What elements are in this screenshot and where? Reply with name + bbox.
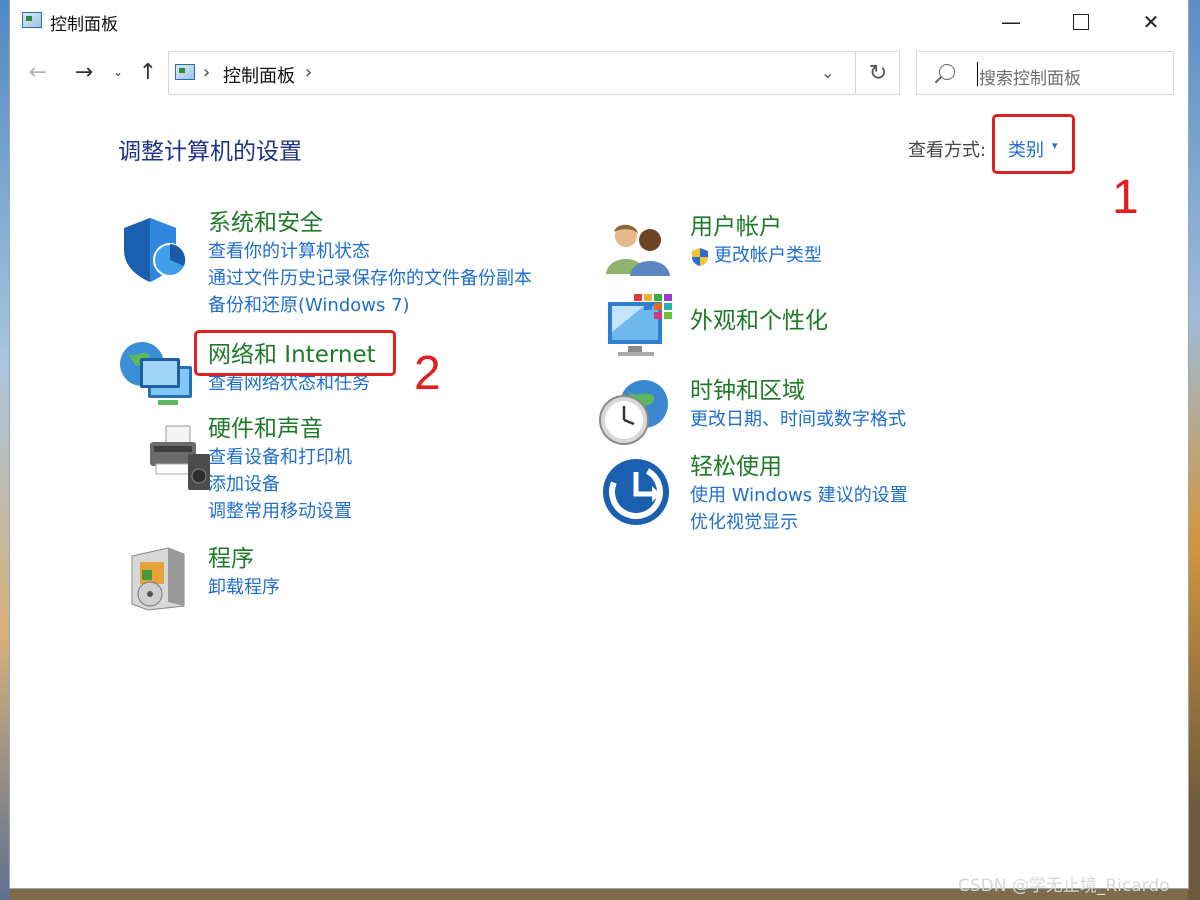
- category-title[interactable]: 时钟和区域: [690, 376, 906, 406]
- annotation-highlight-network: [194, 330, 396, 376]
- link-add-device[interactable]: 添加设备: [208, 471, 352, 498]
- breadcrumb-separator[interactable]: ›: [203, 62, 210, 83]
- category-appearance-personalization: 外观和个性化: [690, 306, 828, 336]
- control-panel-icon: [22, 12, 42, 28]
- link-devices-printers[interactable]: 查看设备和打印机: [208, 444, 352, 471]
- annotation-highlight-view-by: [992, 114, 1075, 174]
- navigation-bar: ← → ⌄ ↑ › 控制面板 › ⌄ ↻ 搜索控制面板: [10, 48, 1188, 96]
- annotation-number-1: 1: [1112, 171, 1139, 224]
- chevron-down-icon: ⌄: [112, 65, 124, 79]
- category-ease-of-access: 轻松使用 使用 Windows 建议的设置 优化视觉显示: [690, 452, 908, 536]
- watermark: CSDN @学无止境_Ricardo: [958, 876, 1170, 896]
- network-icon: [120, 342, 192, 405]
- category-title[interactable]: 外观和个性化: [690, 306, 828, 336]
- category-programs: 程序 卸载程序: [208, 544, 280, 601]
- ease-of-access-icon: [603, 459, 669, 525]
- link-change-account-type[interactable]: 更改帐户类型: [690, 242, 822, 269]
- category-title[interactable]: 用户帐户: [690, 212, 822, 242]
- link-file-history-backup[interactable]: 通过文件历史记录保存你的文件备份副本: [208, 265, 532, 292]
- uac-shield-icon: [692, 248, 708, 266]
- link-view-computer-status[interactable]: 查看你的计算机状态: [208, 238, 532, 265]
- appearance-icon: [608, 294, 672, 356]
- category-clock-region: 时钟和区域 更改日期、时间或数字格式: [690, 376, 906, 433]
- annotation-number-2: 2: [414, 347, 441, 400]
- breadcrumb-separator[interactable]: ›: [305, 62, 312, 83]
- address-bar[interactable]: › 控制面板 › ⌄ ↻: [168, 51, 900, 95]
- maximize-icon: [1073, 14, 1089, 30]
- close-icon: ✕: [1142, 10, 1160, 34]
- up-button[interactable]: ↑: [134, 58, 162, 86]
- control-panel-icon: [175, 64, 195, 80]
- clock-globe-icon: [599, 380, 668, 445]
- link-change-date-time-format[interactable]: 更改日期、时间或数字格式: [690, 406, 906, 433]
- category-hardware-sound: 硬件和声音 查看设备和打印机 添加设备 调整常用移动设置: [208, 414, 352, 525]
- maximize-button[interactable]: [1046, 0, 1116, 44]
- link-mobility-settings[interactable]: 调整常用移动设置: [208, 498, 352, 525]
- refresh-icon: ↻: [868, 60, 888, 86]
- category-user-accounts: 用户帐户 更改帐户类型: [690, 212, 822, 269]
- link-uninstall-program[interactable]: 卸载程序: [208, 574, 280, 601]
- page-title: 调整计算机的设置: [118, 139, 302, 165]
- view-by-label: 查看方式:: [908, 140, 987, 161]
- link-backup-restore[interactable]: 备份和还原(Windows 7): [208, 292, 532, 319]
- text-cursor: [977, 62, 978, 86]
- category-system-security: 系统和安全 查看你的计算机状态 通过文件历史记录保存你的文件备份副本 备份和还原…: [208, 208, 532, 319]
- up-arrow-icon: ↑: [138, 59, 158, 85]
- forward-button[interactable]: →: [70, 58, 98, 86]
- title-bar: 控制面板 — ✕: [10, 0, 1188, 44]
- back-arrow-icon: ←: [28, 59, 48, 85]
- refresh-button[interactable]: ↻: [855, 52, 900, 94]
- desktop-background-right: [1188, 0, 1200, 900]
- search-icon: [939, 64, 955, 80]
- address-dropdown-button[interactable]: ⌄: [821, 63, 834, 82]
- link-optimize-visual-display[interactable]: 优化视觉显示: [690, 509, 908, 536]
- shield-icon: [124, 218, 187, 282]
- users-icon: [606, 224, 670, 276]
- link-label[interactable]: 更改帐户类型: [714, 245, 822, 266]
- category-title[interactable]: 硬件和声音: [208, 414, 352, 444]
- link-recommended-settings[interactable]: 使用 Windows 建议的设置: [690, 482, 908, 509]
- control-panel-window: 控制面板 — ✕ ← → ⌄ ↑ › 控制面板 › ⌄ ↻ 搜索控制面板 调整计…: [10, 0, 1188, 888]
- window-title: 控制面板: [50, 15, 118, 35]
- desktop-background-left: [0, 0, 10, 900]
- category-title[interactable]: 系统和安全: [208, 208, 532, 238]
- search-input[interactable]: 搜索控制面板: [979, 64, 1081, 89]
- minimize-button[interactable]: —: [976, 0, 1046, 44]
- forward-arrow-icon: →: [74, 59, 94, 85]
- search-box[interactable]: 搜索控制面板: [916, 51, 1174, 95]
- recent-locations-button[interactable]: ⌄: [110, 58, 126, 86]
- category-title[interactable]: 轻松使用: [690, 452, 908, 482]
- close-button[interactable]: ✕: [1116, 0, 1186, 44]
- category-title[interactable]: 程序: [208, 544, 280, 574]
- back-button[interactable]: ←: [24, 58, 52, 86]
- printer-icon: [150, 425, 210, 490]
- programs-icon: [131, 547, 185, 611]
- breadcrumb-control-panel[interactable]: 控制面板: [223, 62, 295, 88]
- minimize-icon: —: [1001, 10, 1021, 34]
